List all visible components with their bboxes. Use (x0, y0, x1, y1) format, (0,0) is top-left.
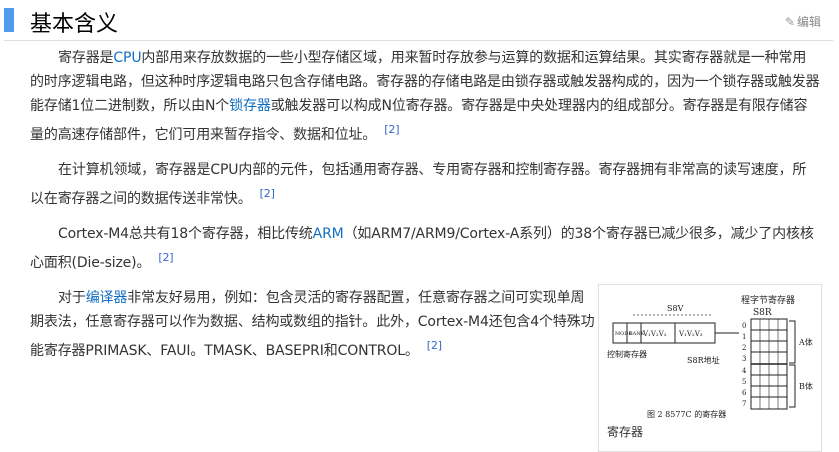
p3-text-1: Cortex-M4总共有18个寄存器，相比传统 (58, 226, 313, 242)
p2-text-1: 在计算机领域，寄存器是CPU内部的元件，包括通用寄存器、专用寄存器和控制寄存器。… (30, 162, 807, 207)
vfield-label-2: V₁V₂V₃ (678, 330, 703, 338)
row-label-3: 3 (742, 355, 746, 363)
reference-link[interactable]: [2] (158, 251, 173, 264)
section-header: 基本含义 ✎ 编辑 (0, 0, 839, 44)
block-a-bracket (789, 320, 796, 364)
section-accent-bar (4, 8, 14, 32)
row-label-0: 0 (742, 322, 746, 330)
paragraph-4: 对于编译器非常友好易用，例如：包含灵活的寄存器配置，任意寄存器之间可实现单周期表… (30, 286, 596, 363)
ctrl-register-label: 控制寄存器 (607, 349, 647, 359)
row-label-4: 4 (742, 367, 747, 375)
row-label-1: 1 (742, 333, 746, 341)
s8r-address-label: S8R地址 (687, 355, 720, 365)
diagram-s8v-label: S8V (667, 304, 684, 313)
vfield-label-1: V₁V₂V₃ (642, 330, 667, 338)
edit-button[interactable]: ✎ 编辑 (785, 13, 821, 30)
p4-text-1: 对于 (58, 290, 86, 306)
row-label-7: 7 (742, 400, 746, 408)
register-diagram: 程字节寄存器 S8R S8V MODE BANK V₁V₂V₃ V₁V₂V₃ 控… (607, 294, 813, 419)
link-latch[interactable]: 锁存器 (229, 98, 271, 114)
block-b-label: B体 (799, 381, 813, 391)
link-arm[interactable]: ARM (313, 226, 344, 242)
pencil-icon: ✎ (784, 15, 796, 29)
diagram-top-label: 程字节寄存器 (741, 294, 795, 306)
paragraph-1: 寄存器是CPU内部用来存放数据的一些小型存储区域，用来暂时存放参与运算的数据和运… (30, 46, 820, 147)
block-b-bracket (789, 364, 796, 408)
diagram-caption: 图 2 8577C 的寄存器 (647, 409, 726, 419)
section-title: 基本含义 (30, 12, 119, 37)
paragraph-2: 在计算机领域，寄存器是CPU内部的元件，包括通用寄存器、专用寄存器和控制寄存器。… (30, 158, 820, 211)
header-divider (4, 40, 833, 41)
reference-link[interactable]: [2] (260, 187, 275, 200)
row-label-5: 5 (742, 378, 746, 386)
register-stack (750, 318, 788, 410)
p1-text-1: 寄存器是 (58, 50, 114, 66)
reference-link[interactable]: [2] (427, 339, 442, 352)
edit-label: 编辑 (796, 15, 821, 29)
register-figure[interactable]: 程字节寄存器 S8R S8V MODE BANK V₁V₂V₃ V₁V₂V₃ 控… (598, 284, 822, 452)
reference-link[interactable]: [2] (384, 123, 399, 136)
link-cpu[interactable]: CPU (113, 50, 141, 66)
figure-caption: 寄存器 (607, 425, 644, 439)
row-label-6: 6 (742, 389, 747, 397)
paragraph-3: Cortex-M4总共有18个寄存器，相比传统ARM（如ARM7/ARM9/Co… (30, 222, 820, 275)
block-a-label: A体 (798, 337, 813, 347)
diagram-s8r-label: S8R (753, 308, 772, 318)
link-compiler[interactable]: 编译器 (86, 290, 128, 306)
row-label-2: 2 (742, 344, 746, 352)
